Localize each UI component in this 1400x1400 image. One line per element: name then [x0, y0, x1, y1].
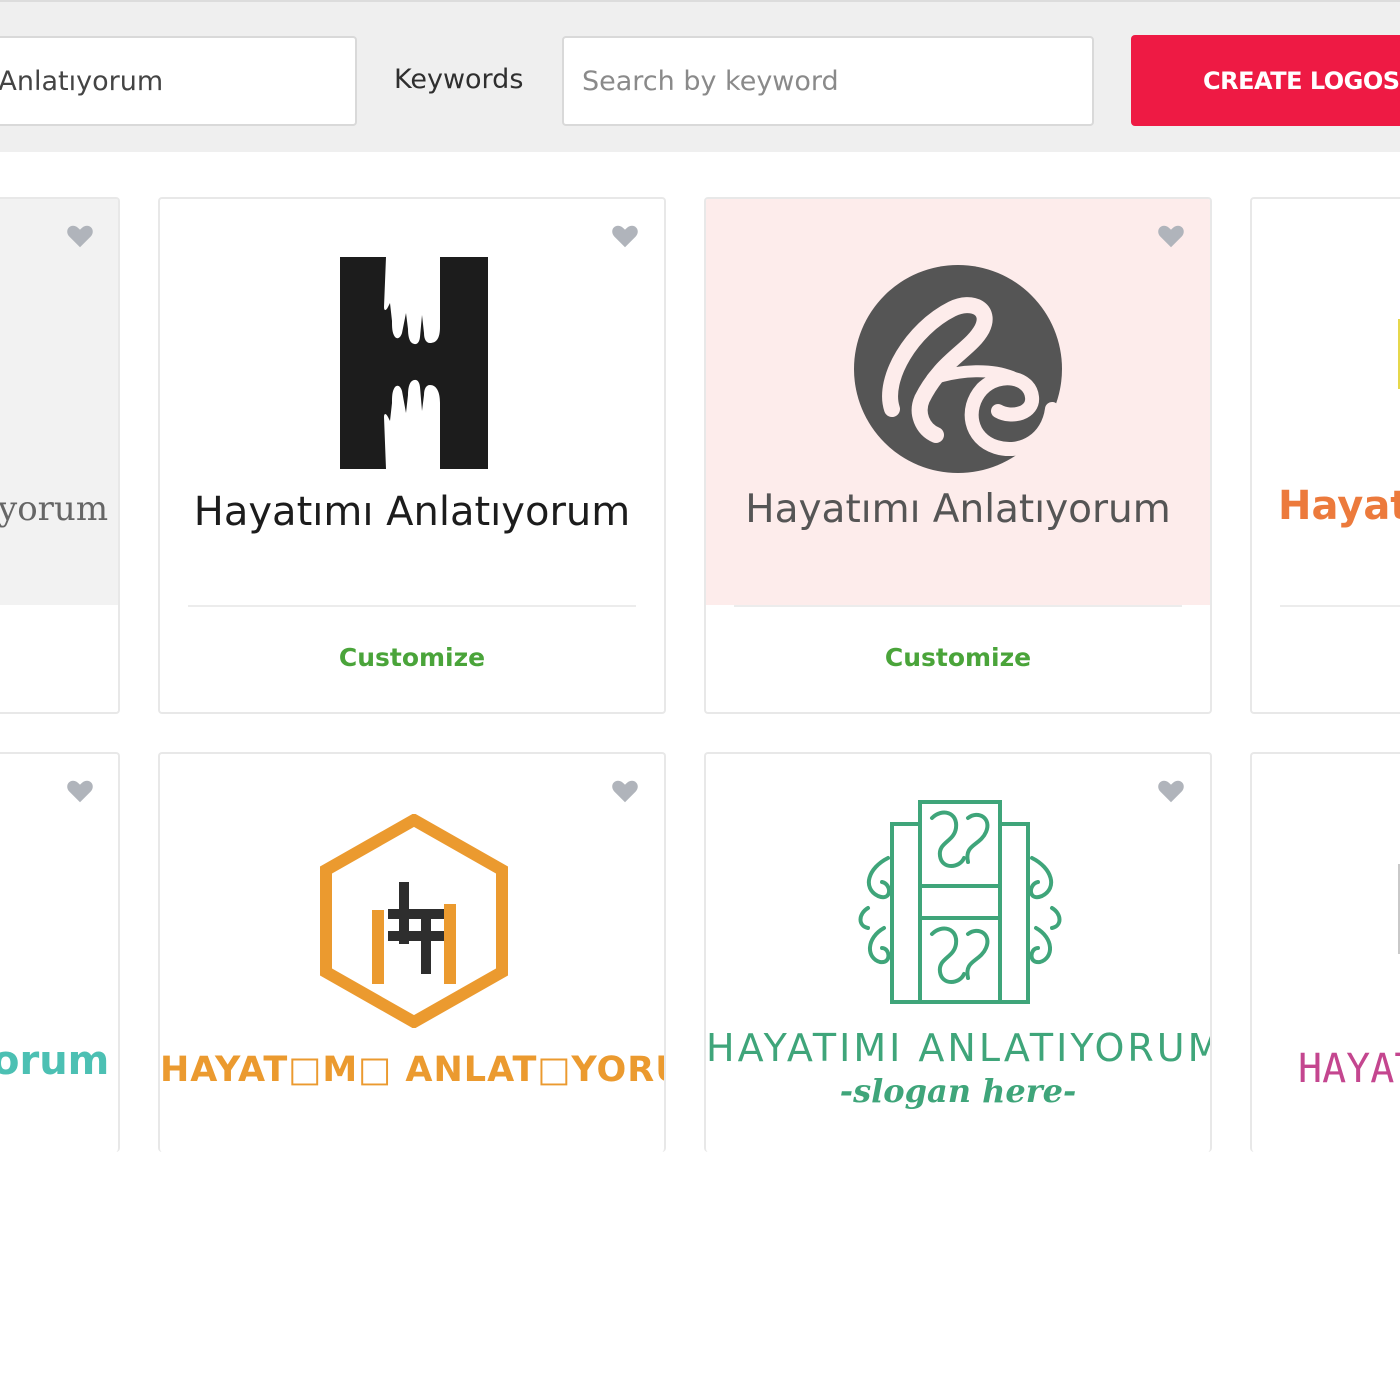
logo-preview: Hayatımı Anlatıyorum	[706, 199, 1210, 605]
logo-preview: Hayat	[1252, 199, 1400, 605]
logo-brand-text: orum	[0, 1038, 110, 1084]
logo-preview: HAYAT	[1252, 754, 1400, 1152]
logo-brand-text: yorum	[0, 489, 109, 529]
he-monogram-logo	[854, 265, 1062, 473]
card-divider	[188, 605, 636, 607]
logo-card[interactable]: Hayatımı Anlatıyorum Customize	[158, 197, 666, 714]
heart-icon[interactable]	[610, 221, 640, 251]
create-logos-button[interactable]: CREATE LOGOS	[1131, 35, 1400, 126]
card-divider	[734, 605, 1182, 607]
card-divider	[1280, 605, 1400, 607]
logo-preview: HAYAT□M□ ANLAT□YORUM	[160, 754, 664, 1152]
logo-card[interactable]: orum	[0, 752, 120, 1152]
logo-brand-text: Hayatımı Anlatıyorum	[193, 489, 631, 535]
business-name-value: mı Anlatıyorum	[0, 65, 164, 97]
logo-card[interactable]: HAYATIMI ANLATIYORUM -slogan here-	[704, 752, 1212, 1152]
heart-icon[interactable]	[1156, 221, 1186, 251]
ornamental-h-logo	[858, 800, 1062, 1004]
logo-preview: orum	[0, 754, 118, 1152]
h-hands-logo	[340, 257, 488, 469]
logo-brand-text: Hayat	[1278, 483, 1400, 529]
hexagon-h-logo	[320, 814, 508, 1028]
logo-brand-text: HAYAT□M□ ANLAT□YORUM	[160, 1050, 666, 1090]
heart-icon[interactable]	[65, 221, 95, 251]
logo-preview: yorum	[0, 199, 118, 605]
logo-brand-text: HAYAT	[1298, 1046, 1400, 1092]
logo-brand-text: HAYATIMI ANLATIYORUM	[706, 1026, 1212, 1070]
logo-brand-text: Hayatımı Anlatıyorum	[745, 487, 1171, 532]
heart-icon[interactable]	[65, 776, 95, 806]
logo-preview: Hayatımı Anlatıyorum	[160, 199, 664, 605]
heart-icon[interactable]	[610, 776, 640, 806]
search-bar: mı Anlatıyorum Keywords Search by keywor…	[0, 0, 1400, 152]
logo-preview: HAYATIMI ANLATIYORUM -slogan here-	[706, 754, 1210, 1152]
logo-card[interactable]: HAYAT□M□ ANLAT□YORUM	[158, 752, 666, 1152]
logo-card[interactable]: Hayat	[1250, 197, 1400, 714]
keywords-label: Keywords	[394, 64, 524, 95]
keywords-input[interactable]: Search by keyword	[562, 36, 1094, 126]
logo-card[interactable]: yorum	[0, 197, 120, 714]
customize-link[interactable]: Customize	[160, 643, 664, 672]
logo-card[interactable]: Hayatımı Anlatıyorum Customize	[704, 197, 1212, 714]
logo-slogan-text: -slogan here-	[839, 1072, 1077, 1110]
logo-card[interactable]: HAYAT	[1250, 752, 1400, 1152]
keywords-placeholder: Search by keyword	[582, 65, 839, 97]
heart-icon[interactable]	[1156, 776, 1186, 806]
customize-link[interactable]: Customize	[706, 643, 1210, 672]
business-name-input[interactable]: mı Anlatıyorum	[0, 36, 357, 126]
